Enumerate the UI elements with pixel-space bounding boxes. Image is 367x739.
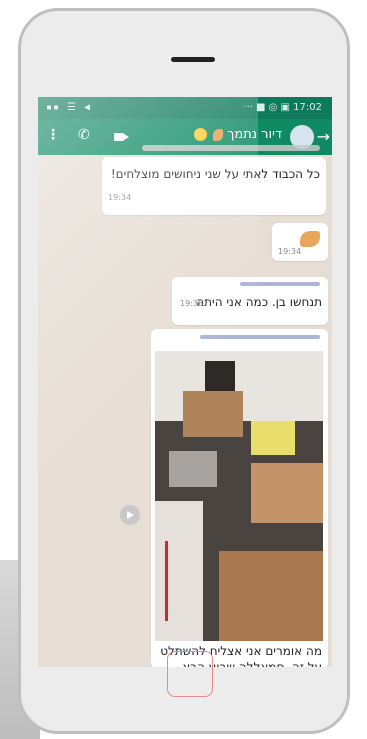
status-icons-left: ▪▪ ☰ ◀ xyxy=(46,102,92,113)
status-bar: ▪▪ ☰ ◀ ··· ■ ◎ ▣ 17:02 xyxy=(38,97,332,119)
photo-box xyxy=(219,551,323,641)
image-message-bubble[interactable]: מה אומרים אני אצליח להשתלט על זה. סמאללה… xyxy=(151,329,328,667)
contact-name-text: דיור נתמך xyxy=(227,127,282,142)
photo-box xyxy=(155,501,203,641)
phone-call-icon[interactable]: ✆ xyxy=(78,127,90,143)
redacted-sender-name xyxy=(240,282,320,286)
status-icons-right: ··· ■ ◎ ▣ 17:02 xyxy=(243,102,322,113)
message-time: 19:34 xyxy=(108,193,132,202)
phone-speaker xyxy=(171,57,215,62)
home-button[interactable] xyxy=(167,651,213,697)
redacted-sender-name xyxy=(200,335,320,339)
flexed-biceps-emoji-icon xyxy=(300,231,320,247)
message-text: כל הכבוד לאתי על שני ניחושים מוצלחים! xyxy=(110,167,320,181)
smiley-emoji-icon xyxy=(194,128,208,141)
redacted-subtitle xyxy=(142,145,320,151)
video-call-icon[interactable] xyxy=(114,133,129,141)
message-time: 19:36 xyxy=(180,299,204,308)
back-arrow-icon[interactable]: → xyxy=(317,127,330,146)
message-time: 19:34 xyxy=(278,247,302,256)
message-bubble[interactable]: תנחשו בן. כמה אני היתה 19:36 xyxy=(172,277,328,325)
message-photo[interactable] xyxy=(155,351,323,641)
phone-frame: ▪▪ ☰ ◀ ··· ■ ◎ ▣ 17:02 ⋮ ✆ דיור נתמך → כ… xyxy=(18,8,350,734)
photo-box xyxy=(251,463,323,523)
status-time: 17:02 xyxy=(293,102,322,113)
chat-screen: ▪▪ ☰ ◀ ··· ■ ◎ ▣ 17:02 ⋮ ✆ דיור נתמך → כ… xyxy=(38,97,332,667)
photo-box xyxy=(183,391,243,437)
photo-box xyxy=(251,421,295,455)
photo-box xyxy=(165,541,168,621)
message-text: תנחשו בן. כמה אני היתה xyxy=(196,295,322,309)
message-bubble[interactable]: כל הכבוד לאתי על שני ניחושים מוצלחים! 19… xyxy=(102,157,326,215)
more-options-icon[interactable]: ⋮ xyxy=(46,127,60,143)
chat-app-bar: ⋮ ✆ דיור נתמך → xyxy=(38,119,332,155)
flexed-biceps-emoji-icon xyxy=(213,128,224,141)
message-bubble[interactable]: 19:34 xyxy=(272,223,328,261)
photo-box xyxy=(169,451,217,487)
contact-name[interactable]: דיור נתמך xyxy=(194,127,282,142)
forward-icon[interactable] xyxy=(120,505,140,525)
status-icons: ··· ■ ◎ ▣ xyxy=(243,102,290,113)
